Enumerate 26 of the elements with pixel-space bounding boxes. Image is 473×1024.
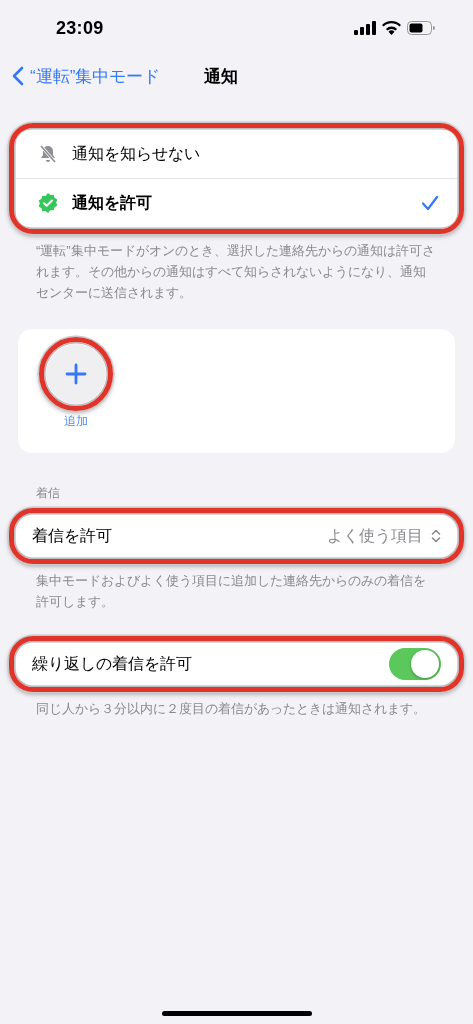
plus-icon [65, 363, 87, 385]
up-down-chevron-icon [431, 529, 441, 543]
page-title: 通知 [204, 65, 239, 88]
status-time: 23:09 [56, 17, 104, 39]
add-button[interactable] [46, 344, 106, 404]
footnote-text: 集中モードおよびよく使う項目に追加した連絡先からのみの着信を許可します。 [35, 572, 427, 611]
option-label: 通知を許可 [72, 192, 153, 213]
option-row[interactable]: 通知を知らせない [16, 130, 457, 178]
add-label: 追加 [64, 413, 88, 430]
wifi-icon [382, 21, 401, 35]
muted-bell-icon [38, 144, 58, 164]
back-chevron-icon [12, 66, 24, 86]
row-label: 着信を許可 [32, 525, 113, 546]
battery-icon [407, 21, 435, 35]
row-label: 繰り返しの着信を許可 [32, 653, 193, 674]
section-header: 着信 [35, 485, 61, 502]
popup-button[interactable]: よく使う項目 [327, 525, 441, 547]
back-button[interactable]: “運転”集中モード [12, 64, 161, 88]
checkmark-icon [421, 195, 439, 211]
footnote-text: “運転”集中モードがオンのとき、選択した連絡先からの通知は許可されます。その他からの通知はすべて知らされないようになり、通知センターに送信されます。 [35, 242, 436, 302]
verified-badge-icon [38, 193, 58, 213]
option-row[interactable]: 通知を許可 [16, 178, 457, 227]
footnote-text: 同じ人から３分以内に２度目の着信があったときは通知されます。 [35, 700, 427, 718]
option-label: 通知を知らせない [72, 143, 201, 164]
toggle-switch[interactable] [389, 648, 441, 680]
signal-icon [354, 21, 376, 35]
